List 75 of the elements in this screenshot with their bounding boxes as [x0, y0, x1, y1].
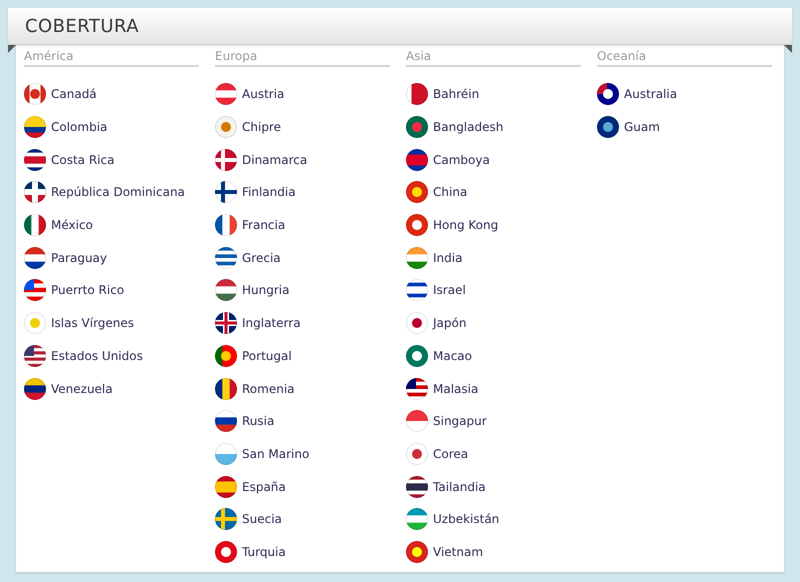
section-title: COBERTURA [25, 14, 139, 38]
country-link[interactable]: Venezuela [51, 380, 113, 398]
country-link[interactable]: San Marino [242, 444, 310, 463]
country-link[interactable]: Austria [242, 85, 284, 104]
country-link[interactable]: República Dominicana [51, 183, 185, 202]
country-link[interactable]: Corea [433, 444, 468, 463]
country-link[interactable]: Japón [433, 314, 466, 332]
country-link[interactable]: Turquia [242, 542, 286, 561]
flag-icon [215, 344, 237, 367]
country-link[interactable]: China [433, 183, 468, 202]
flag-icon [215, 476, 237, 498]
country-link[interactable]: Estados Unidos [51, 346, 143, 365]
country-link[interactable]: Romenia [242, 380, 295, 398]
country-link[interactable]: Chipre [242, 118, 281, 136]
country-link[interactable]: Malasia [433, 380, 478, 398]
country-link[interactable]: Puerrto Rico [51, 281, 124, 300]
flag-icon [24, 148, 46, 171]
country-link[interactable]: Tailandia [433, 478, 486, 496]
country-link[interactable]: Bangladesh [433, 118, 504, 136]
region-heading: Asia [406, 47, 581, 67]
country-link[interactable]: Costa Rica [51, 150, 114, 169]
country-link[interactable]: Inglaterra [242, 314, 301, 332]
region-heading: Oceanía [597, 47, 772, 67]
flag-icon [406, 476, 428, 498]
flag-icon [215, 83, 237, 106]
country-link[interactable]: Camboya [433, 150, 490, 169]
country-link[interactable]: Vietnam [433, 542, 484, 561]
country-link[interactable]: Australia [624, 85, 678, 104]
country-link[interactable]: Portugal [242, 346, 292, 365]
flag-icon [24, 279, 46, 302]
flag-icon [24, 246, 46, 269]
flag-icon [406, 508, 428, 530]
country-link[interactable]: Paraguay [51, 248, 108, 267]
region-heading: América [24, 47, 199, 67]
flag-icon [215, 442, 237, 465]
country-link[interactable]: México [51, 216, 93, 234]
flag-icon [24, 83, 46, 106]
flag-icon [24, 378, 46, 400]
flag-icon [24, 181, 46, 204]
flag-icon [215, 214, 237, 236]
country-link[interactable]: Uzbekistán [433, 510, 500, 528]
country-link[interactable]: Canadá [51, 85, 97, 104]
country-link[interactable]: Bahréin [433, 85, 480, 104]
flag-icon [406, 83, 428, 106]
flag-icon [24, 344, 46, 367]
country-link[interactable]: España [242, 478, 286, 496]
country-link[interactable]: Islas Vírgenes [51, 314, 134, 332]
flag-icon [215, 246, 237, 269]
fold-icon [8, 45, 16, 53]
flag-icon [406, 279, 428, 302]
country-link[interactable]: Rusia [242, 412, 274, 430]
country-link[interactable]: Macao [433, 346, 472, 365]
country-link[interactable]: Grecia [242, 248, 281, 267]
flag-icon [406, 410, 428, 432]
country-link[interactable]: Dinamarca [242, 150, 308, 169]
country-link[interactable]: Singapur [433, 412, 487, 430]
country-link[interactable]: Hungria [242, 281, 290, 300]
flag-icon [406, 148, 428, 171]
country-link[interactable]: Finlandia [242, 183, 296, 202]
country-link[interactable]: India [433, 248, 462, 267]
country-link[interactable]: Guam [624, 118, 660, 136]
country-link[interactable]: Israel [433, 281, 466, 300]
flag-icon [215, 279, 237, 302]
flag-icon [24, 116, 46, 138]
region-heading: Europa [215, 47, 390, 67]
flag-icon [215, 378, 237, 400]
flag-icon [24, 214, 46, 236]
country-link[interactable]: Francia [242, 216, 286, 234]
flag-icon [215, 410, 237, 432]
flag-icon [406, 378, 428, 400]
fold-icon [784, 45, 792, 53]
flag-icon [406, 246, 428, 269]
country-link[interactable]: Suecia [242, 510, 282, 528]
country-link[interactable]: Hong Kong [433, 216, 498, 234]
country-link[interactable]: Colombia [51, 118, 108, 136]
